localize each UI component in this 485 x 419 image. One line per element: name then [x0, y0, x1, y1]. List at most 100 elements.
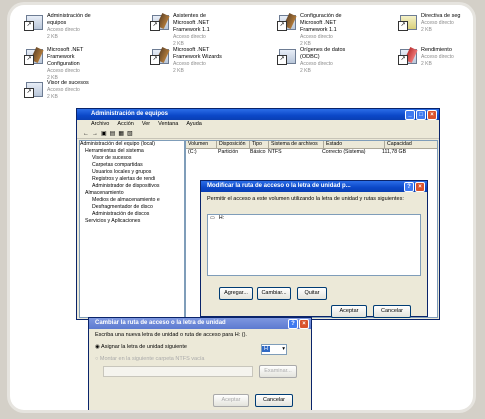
tree-item[interactable]: Desfragmentador de disco — [80, 204, 184, 211]
minimize-button[interactable]: _ — [405, 110, 415, 120]
dialog-title: Modificar la ruta de acceso o la letra d… — [207, 183, 351, 189]
lock-policy-icon: ↗ — [398, 13, 418, 31]
help-button[interactable]: ? — [404, 182, 414, 192]
shortcut-subtitle: Acceso directo — [421, 54, 454, 60]
modify-path-dialog: Modificar la ruta de acceso o la letra d… — [200, 180, 428, 318]
tree-item[interactable]: Administrador de dispositivos — [80, 183, 184, 190]
tree-item[interactable]: Almacenamiento — [80, 190, 184, 197]
tree-item[interactable]: Medios de almacenamiento e — [80, 197, 184, 204]
tree-item[interactable]: Administración del equipo (local) — [80, 141, 184, 148]
radio-mount-label: Montar en la siguiente carpeta NTFS vací… — [99, 356, 205, 362]
event-viewer-icon: ↗ — [24, 80, 44, 98]
shortcut-title: Microsoft .NET Framework Configuration — [47, 47, 84, 67]
drive-letter-select[interactable]: H ▾ — [261, 344, 287, 355]
screenshot-frame: ↗ Administración de equipos Acceso direct… — [0, 0, 485, 419]
shortcut-size: 2 KB — [47, 34, 58, 40]
tree-item[interactable]: Carpetas compartidas — [80, 162, 184, 169]
shortcut-net-wizards[interactable]: ↗ Microsoft .NET Framework Wizards Acceso… — [150, 46, 227, 75]
tree-item[interactable]: Servicios y Aplicaciones — [80, 218, 184, 225]
radio-mount-folder[interactable]: ○ Montar en la siguiente carpeta NTFS va… — [95, 356, 204, 363]
col-tipo[interactable]: Tipo — [250, 141, 269, 148]
list-item[interactable]: ▭ H: — [208, 215, 420, 222]
explorer-view: ↗ Administración de equipos Acceso direct… — [10, 5, 473, 410]
tree-item[interactable]: Herramientas del sistema — [80, 148, 184, 155]
maximize-button[interactable]: □ — [416, 110, 426, 120]
shortcut-subtitle: Acceso directo — [47, 87, 80, 93]
shortcut-size: 2 KB — [421, 27, 432, 33]
col-disposicion[interactable]: Disposición — [217, 141, 250, 148]
tree-item[interactable]: Administración de discos — [80, 211, 184, 218]
menu-ayuda[interactable]: Ayuda — [186, 120, 202, 129]
window-title: Administración de equipos — [91, 111, 169, 117]
shortcut-size: 2 KB — [421, 61, 432, 67]
help-button[interactable]: ? — [288, 319, 298, 329]
shortcut-size: 2 KB — [300, 68, 311, 74]
add-button[interactable]: Agregar... — [219, 287, 253, 300]
forward-icon[interactable]: → — [92, 131, 98, 137]
radio-assign-letter[interactable]: ◉ Asignar la letra de unidad siguiente — [95, 344, 187, 351]
path-list[interactable]: ▭ H: — [207, 214, 421, 276]
cell-disposicion: Partición — [218, 149, 239, 155]
accept-button[interactable]: Aceptar — [213, 394, 249, 407]
tools-icon: ↗ — [150, 12, 170, 31]
shortcut-subtitle: Acceso directo — [300, 61, 333, 67]
close-button[interactable]: × — [415, 182, 425, 192]
shortcut-event-viewer[interactable]: ↗ Visor de sucesos Acceso directo 2 KB — [24, 80, 101, 101]
cell-sistema: NTFS — [268, 149, 282, 155]
cell-estado: Correcto (Sistema) — [322, 149, 366, 155]
accept-button[interactable]: Aceptar — [331, 305, 367, 318]
shortcut-net-configuration[interactable]: ↗ Microsoft .NET Framework Configuration… — [24, 46, 101, 82]
cell-tipo: Básico — [250, 149, 266, 155]
chevron-down-icon: ▾ — [282, 346, 285, 352]
shortcut-subtitle: Acceso directo — [47, 27, 80, 33]
menu-accion[interactable]: Acción — [117, 120, 134, 129]
tree-item[interactable]: Registros y alertas de rendi — [80, 176, 184, 183]
help-icon[interactable]: ▦ — [118, 130, 124, 137]
browse-button[interactable]: Examinar... — [259, 365, 297, 378]
cancel-button[interactable]: Cancelar — [255, 394, 293, 407]
up-icon[interactable]: ▣ — [101, 130, 107, 137]
shortcut-title: Rendimiento — [421, 47, 452, 53]
col-estado[interactable]: Estado — [324, 141, 385, 148]
radio-assign-label: Asignar la letra de unidad siguiente — [101, 344, 187, 350]
col-sistema[interactable]: Sistema de archivos — [269, 141, 324, 148]
col-volumen[interactable]: Volumen — [186, 141, 217, 148]
menu-archivo[interactable]: Archivo — [91, 120, 109, 129]
tree-item[interactable]: Visor de sucesos — [80, 155, 184, 162]
shortcut-title: Visor de sucesos — [47, 80, 89, 86]
cancel-button[interactable]: Cancelar — [373, 305, 411, 318]
shortcut-net-config-11[interactable]: ↗ Configuración de Microsoft .NET Framew… — [277, 12, 354, 48]
menu-ventana[interactable]: Ventana — [158, 120, 178, 129]
tools-icon: ↗ — [150, 46, 170, 65]
shortcut-size: 2 KB — [173, 68, 184, 74]
window-titlebar[interactable]: Administración de equipos _ □ × — [77, 109, 439, 120]
close-button[interactable]: × — [299, 319, 309, 329]
menu-bar: Archivo Acción Ver Ventana Ayuda — [77, 120, 439, 129]
table-row[interactable]: (C:) Partición Básico NTFS Correcto (Sis… — [186, 149, 437, 156]
dialog-title: Cambiar la ruta de acceso o la letra de … — [95, 320, 226, 326]
menu-ver[interactable]: Ver — [142, 120, 150, 129]
shortcut-title: Asistentes de Microsoft .NET Framework 1… — [173, 13, 210, 33]
shortcut-title: Orígenes de datos (ODBC) — [300, 47, 346, 60]
dialog-titlebar[interactable]: Modificar la ruta de acceso o la letra d… — [201, 181, 427, 192]
drive-letter-value: H — [262, 346, 270, 352]
close-button[interactable]: × — [427, 110, 437, 120]
properties-icon[interactable]: ▤ — [110, 130, 116, 137]
shortcut-computer-management[interactable]: ↗ Administración de equipos Acceso direct… — [24, 13, 101, 41]
remove-button[interactable]: Quitar — [297, 287, 327, 300]
dialog-titlebar[interactable]: Cambiar la ruta de acceso o la letra de … — [89, 318, 311, 329]
tools-icon: ↗ — [277, 12, 297, 31]
tree-item[interactable]: Usuarios locales y grupos — [80, 169, 184, 176]
shortcut-title: Microsoft .NET Framework Wizards — [173, 47, 222, 60]
col-capacidad[interactable]: Capacidad — [385, 141, 419, 148]
change-letter-dialog: Cambiar la ruta de acceso o la letra de … — [88, 317, 312, 410]
back-icon[interactable]: ← — [83, 131, 89, 137]
change-button[interactable]: Cambiar... — [257, 287, 291, 300]
shortcut-title: Administración de equipos — [47, 13, 91, 26]
folder-path-input[interactable] — [103, 366, 253, 377]
shortcut-security-policy[interactable]: ↗ Directiva de seg Acceso directo 2 KB — [398, 13, 469, 34]
view-icon[interactable]: ▧ — [127, 130, 133, 137]
shortcut-net-wizards-11[interactable]: ↗ Asistentes de Microsoft .NET Framework… — [150, 12, 227, 48]
shortcut-odbc[interactable]: ↗ Orígenes de datos (ODBC) Acceso directo… — [277, 47, 354, 75]
shortcut-performance[interactable]: ↗ Rendimiento Acceso directo 2 KB — [398, 46, 469, 68]
